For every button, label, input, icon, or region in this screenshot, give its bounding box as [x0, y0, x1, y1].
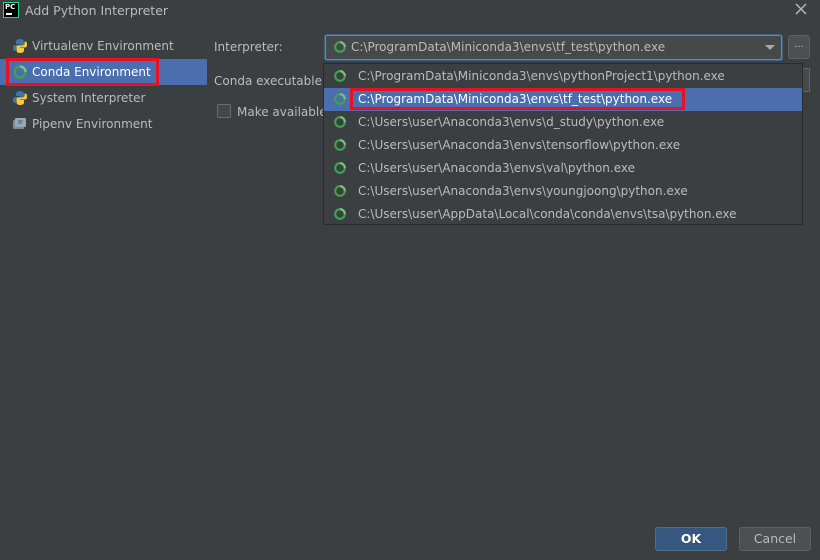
make-available-label: Make available t [237, 105, 336, 119]
dropdown-option[interactable]: C:\Users\user\Anaconda3\envs\youngjoong\… [324, 180, 802, 203]
dropdown-option-label: C:\Users\user\AppData\Local\conda\conda\… [358, 207, 737, 221]
conda-icon [334, 185, 346, 197]
sidebar-item-label: Conda Environment [32, 65, 151, 79]
interpreter-label: Interpreter: [214, 40, 283, 54]
environment-type-list: Virtualenv Environment Conda Environment… [0, 33, 207, 137]
sidebar-item-label: Pipenv Environment [32, 117, 153, 131]
sidebar-item-label: Virtualenv Environment [32, 39, 174, 53]
interpreter-select-value: C:\ProgramData\Miniconda3\envs\tf_test\p… [351, 40, 666, 54]
conda-executable-label: Conda executable: [214, 74, 327, 88]
title-bar: PC Add Python Interpreter [0, 0, 820, 22]
chevron-down-icon[interactable] [765, 45, 775, 50]
conda-icon [13, 65, 27, 79]
ok-button[interactable]: OK [655, 527, 727, 551]
conda-icon [334, 93, 346, 105]
conda-icon [334, 70, 346, 82]
sidebar-item-system[interactable]: System Interpreter [0, 85, 207, 111]
python-icon [13, 91, 27, 105]
pipenv-icon [13, 118, 26, 129]
conda-icon [334, 162, 346, 174]
pycharm-logo-icon: PC [3, 2, 19, 18]
dropdown-option[interactable]: C:\Users\user\Anaconda3\envs\val\python.… [324, 157, 802, 180]
window-title: Add Python Interpreter [25, 3, 169, 18]
dropdown-option-label: C:\Users\user\Anaconda3\envs\d_study\pyt… [358, 115, 665, 129]
conda-icon [334, 139, 346, 151]
interpreter-dropdown-list: C:\ProgramData\Miniconda3\envs\pythonPro… [323, 63, 803, 225]
cancel-button[interactable]: Cancel [739, 527, 811, 551]
sidebar-item-virtualenv[interactable]: Virtualenv Environment [0, 33, 207, 59]
conda-icon [334, 41, 346, 53]
dropdown-option[interactable]: C:\Users\user\AppData\Local\conda\conda\… [324, 203, 802, 226]
dropdown-option-label: C:\Users\user\Anaconda3\envs\tensorflow\… [358, 138, 681, 152]
dropdown-option[interactable]: C:\Users\user\Anaconda3\envs\d_study\pyt… [324, 111, 802, 134]
python-icon [13, 39, 27, 53]
dropdown-option-label: C:\Users\user\Anaconda3\envs\val\python.… [358, 161, 635, 175]
conda-icon [334, 208, 346, 220]
logo-text: PC [5, 3, 16, 11]
conda-icon [334, 116, 346, 128]
dropdown-option-selected[interactable]: C:\ProgramData\Miniconda3\envs\tf_test\p… [324, 88, 802, 111]
sidebar-item-conda[interactable]: Conda Environment [0, 59, 207, 85]
make-available-checkbox[interactable] [217, 104, 231, 118]
dropdown-option-label: C:\ProgramData\Miniconda3\envs\pythonPro… [358, 69, 725, 83]
browse-button[interactable]: ... [788, 35, 810, 59]
sidebar-item-label: System Interpreter [32, 91, 146, 105]
close-icon[interactable] [794, 2, 808, 16]
interpreter-select[interactable]: C:\ProgramData\Miniconda3\envs\tf_test\p… [325, 35, 782, 60]
dropdown-option[interactable]: C:\ProgramData\Miniconda3\envs\pythonPro… [324, 65, 802, 88]
sidebar-item-pipenv[interactable]: Pipenv Environment [0, 111, 207, 137]
dropdown-option-label: C:\Users\user\Anaconda3\envs\youngjoong\… [358, 184, 688, 198]
dropdown-option[interactable]: C:\Users\user\Anaconda3\envs\tensorflow\… [324, 134, 802, 157]
dropdown-option-label: C:\ProgramData\Miniconda3\envs\tf_test\p… [358, 92, 673, 106]
